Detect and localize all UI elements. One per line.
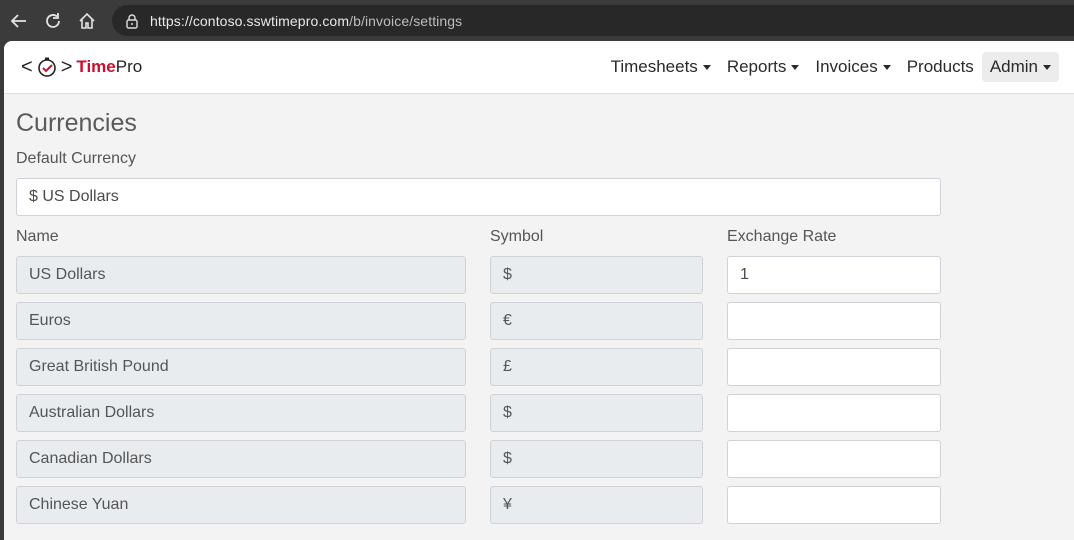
home-icon[interactable] [73,7,101,35]
lock-icon[interactable] [124,13,140,29]
exchange-rate-input[interactable] [727,348,941,386]
default-currency-select[interactable]: $ US Dollars [16,178,941,216]
currency-symbol-field: ¥ [490,486,703,524]
exchange-rate-input[interactable] [727,486,941,524]
currency-symbol-field: $ [490,394,703,432]
url-path: /b/invoice/settings [349,12,463,29]
exchange-rate-input[interactable] [727,302,941,340]
url-text: https://contoso.sswtimepro.com/b/invoice… [150,13,462,29]
logo-pro-text: Pro [115,57,143,76]
currency-symbol-field: € [490,302,703,340]
default-currency-label: Default Currency [16,150,137,167]
caret-down-icon [882,65,891,70]
browser-toolbar: https://contoso.sswtimepro.com/b/invoice… [0,0,1074,41]
logo-bracket-close: > [60,55,73,78]
menu-admin-label: Admin [989,57,1038,76]
logo-time-text: Time [76,57,116,76]
main-menu: Timesheets Reports Invoices Products Adm… [603,52,1059,82]
app-navbar: < > Time Pro Timesheets Reports Invoices… [4,41,1074,94]
currency-symbol-field: $ [490,440,703,478]
page: < > Time Pro Timesheets Reports Invoices… [4,41,1074,540]
menu-reports-label: Reports [726,57,787,76]
column-name-header: Name [16,228,59,245]
column-rate-header: Exchange Rate [727,228,837,245]
column-symbol-header: Symbol [490,228,544,245]
url-host: https://contoso.sswtimepro.com [150,12,350,29]
currency-name-field: Australian Dollars [16,394,466,432]
menu-invoices[interactable]: Invoices [807,52,898,82]
timepro-logo[interactable]: < > Time Pro [21,55,142,79]
menu-timesheets-label: Timesheets [610,57,698,76]
exchange-rate-input[interactable] [727,440,941,478]
caret-down-icon [791,65,800,70]
exchange-rate-input[interactable]: 1 [727,256,941,294]
exchange-rate-input[interactable] [727,394,941,432]
reload-icon[interactable] [39,7,67,35]
currency-name-field: Canadian Dollars [16,440,466,478]
page-title: Currencies [16,109,137,137]
menu-admin[interactable]: Admin [981,52,1059,82]
menu-invoices-label: Invoices [815,57,878,76]
menu-reports[interactable]: Reports [719,52,808,82]
currency-name-field: US Dollars [16,256,466,294]
currency-name-field: Great British Pound [16,348,466,386]
currency-name-field: Chinese Yuan [16,486,466,524]
menu-products-label: Products [906,57,974,76]
address-bar[interactable]: https://contoso.sswtimepro.com/b/invoice… [112,5,1074,36]
currency-symbol-field: £ [490,348,703,386]
logo-bracket-open: < [21,55,33,78]
back-arrow-icon[interactable] [5,7,33,35]
stopwatch-icon [36,56,58,78]
caret-down-icon [1043,65,1051,70]
caret-down-icon [702,65,711,70]
currency-name-field: Euros [16,302,466,340]
menu-products[interactable]: Products [899,52,982,82]
menu-timesheets[interactable]: Timesheets [603,52,719,82]
currency-symbol-field: $ [490,256,703,294]
